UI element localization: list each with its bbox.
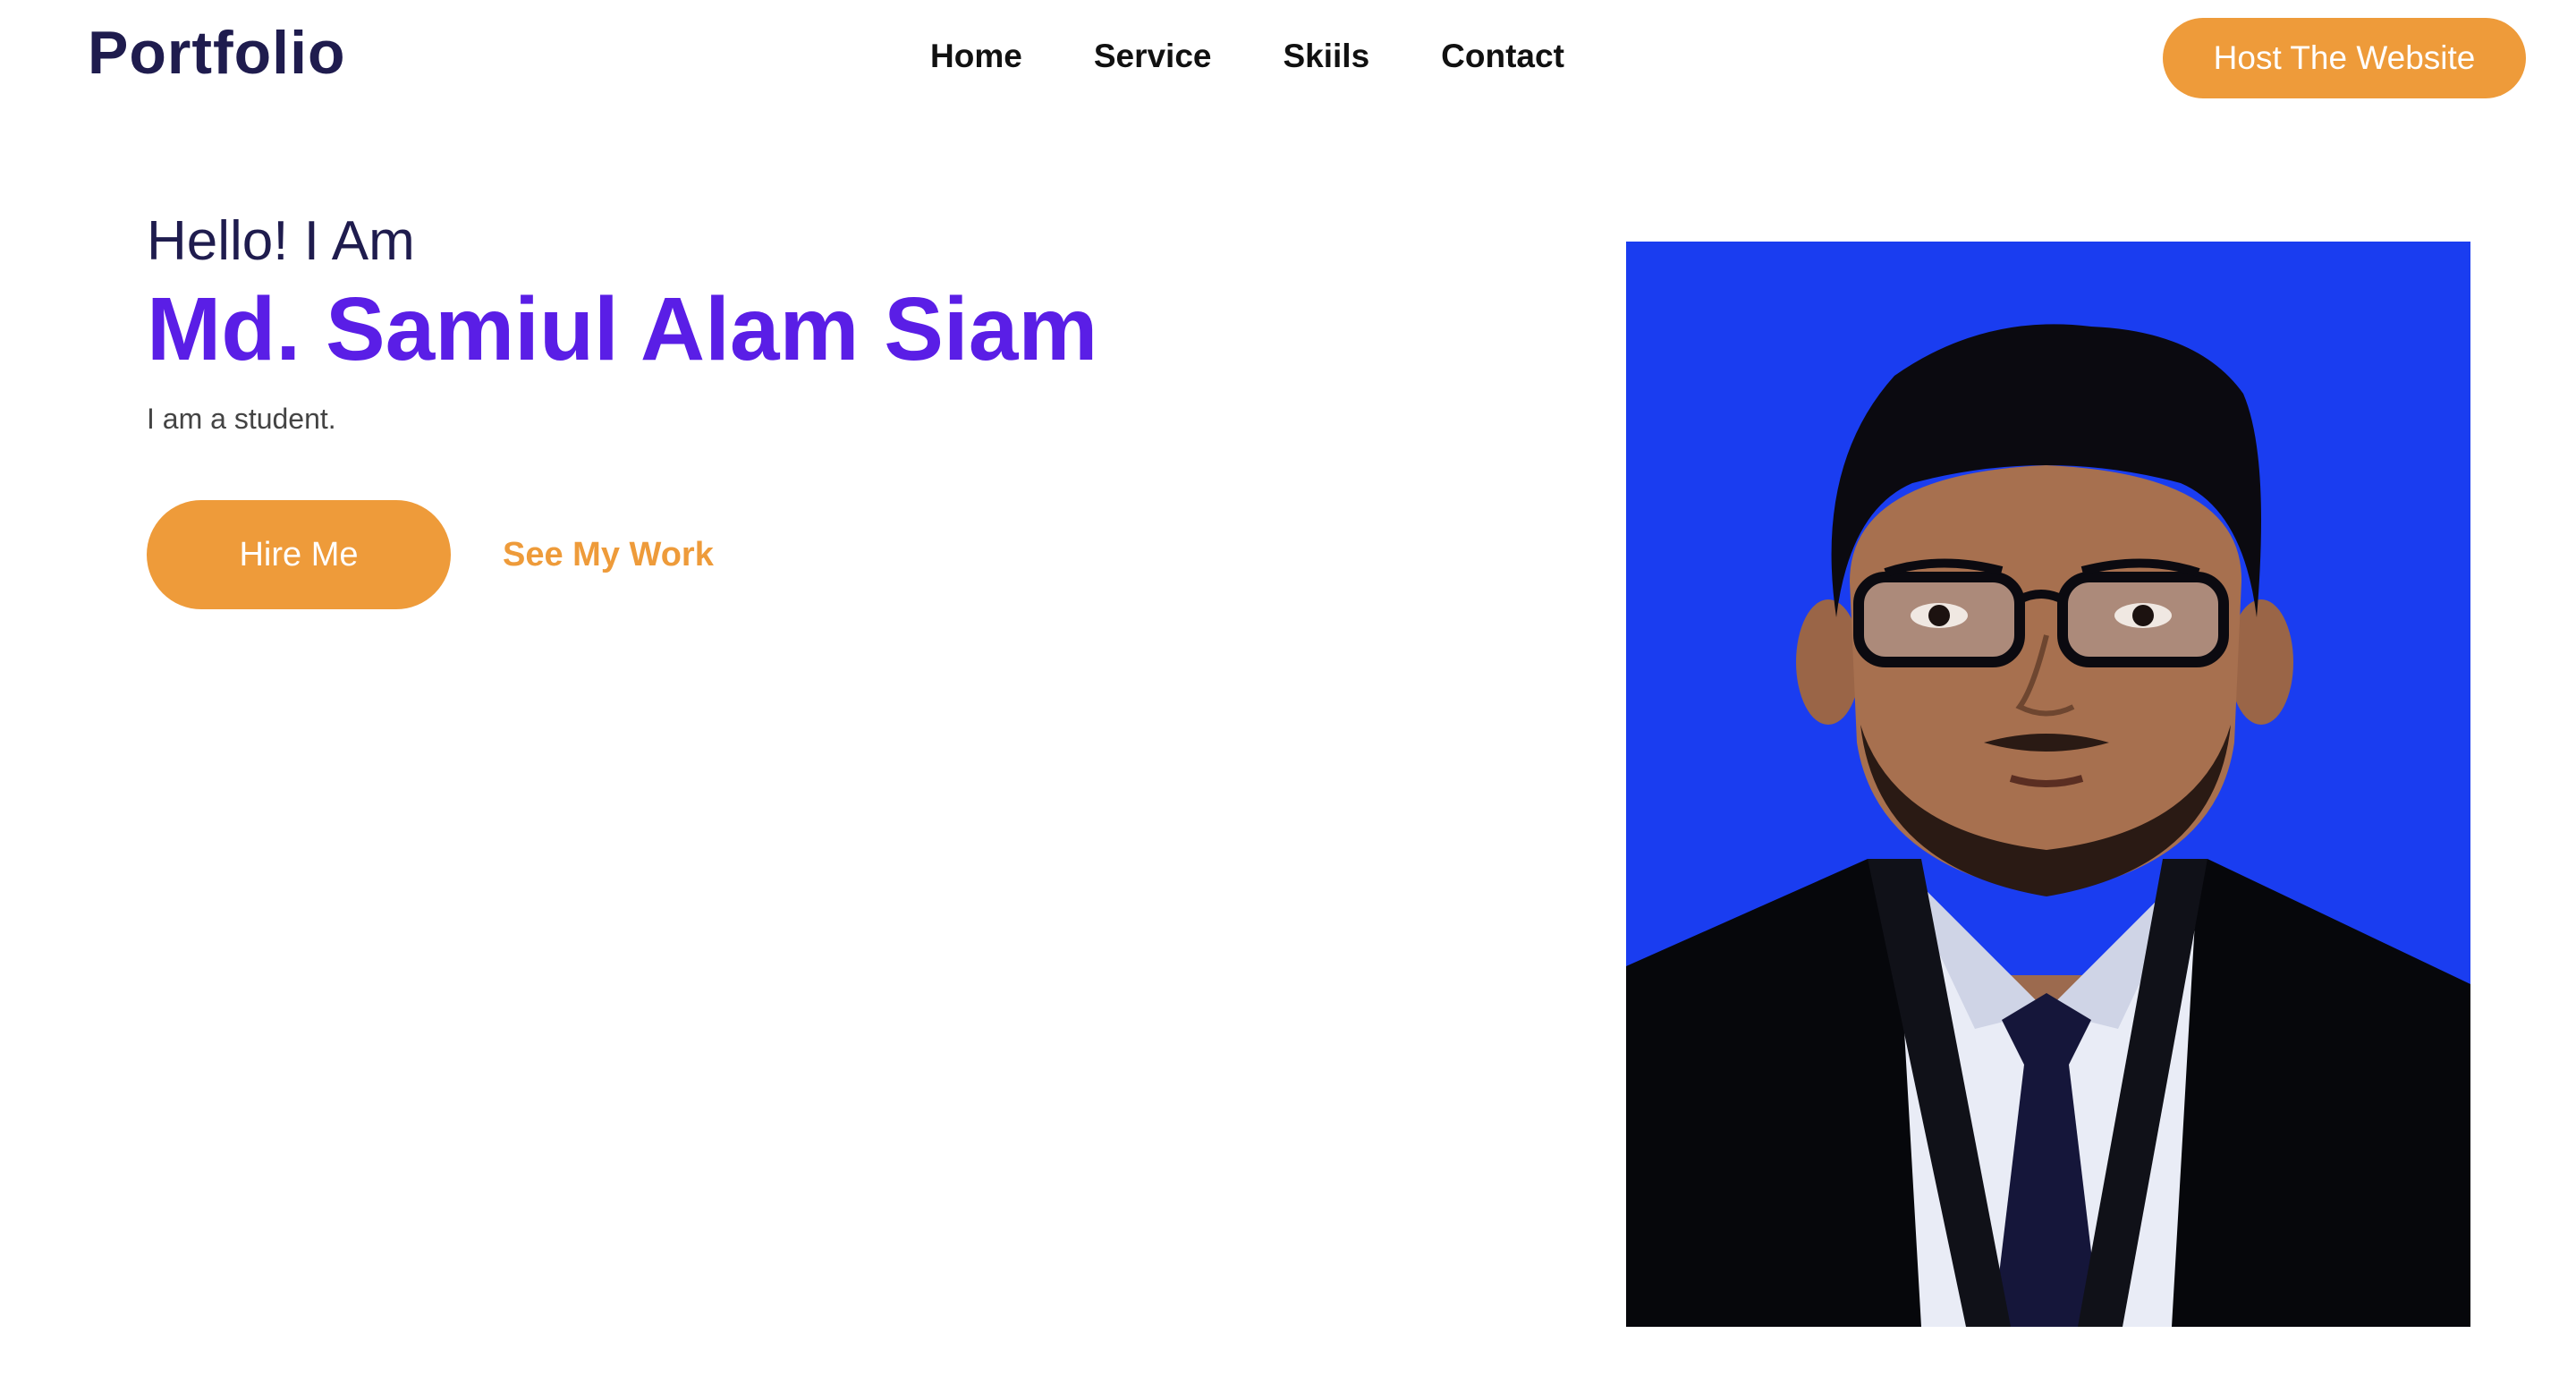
nav-link-skills[interactable]: Skiils (1283, 27, 1369, 86)
profile-photo (1626, 242, 2470, 1327)
nav-link-contact[interactable]: Contact (1441, 27, 1564, 86)
profile-photo-illustration (1626, 242, 2470, 1327)
host-website-button[interactable]: Host The Website (2163, 18, 2526, 98)
hero-tagline: I am a student. (147, 403, 336, 435)
hire-me-button[interactable]: Hire Me (147, 500, 451, 609)
site-logo[interactable]: Portfolio (88, 14, 346, 91)
site-header: Portfolio Home Service Skiils Contact Ho… (0, 0, 2576, 116)
main-nav: Home Service Skiils Contact (930, 27, 1564, 86)
hero-name: Md. Samiul Alam Siam (147, 279, 1098, 379)
nav-link-service[interactable]: Service (1094, 27, 1212, 86)
hero-greeting: Hello! I Am (147, 210, 415, 272)
see-my-work-link[interactable]: See My Work (503, 528, 714, 582)
nav-link-home[interactable]: Home (930, 27, 1022, 86)
